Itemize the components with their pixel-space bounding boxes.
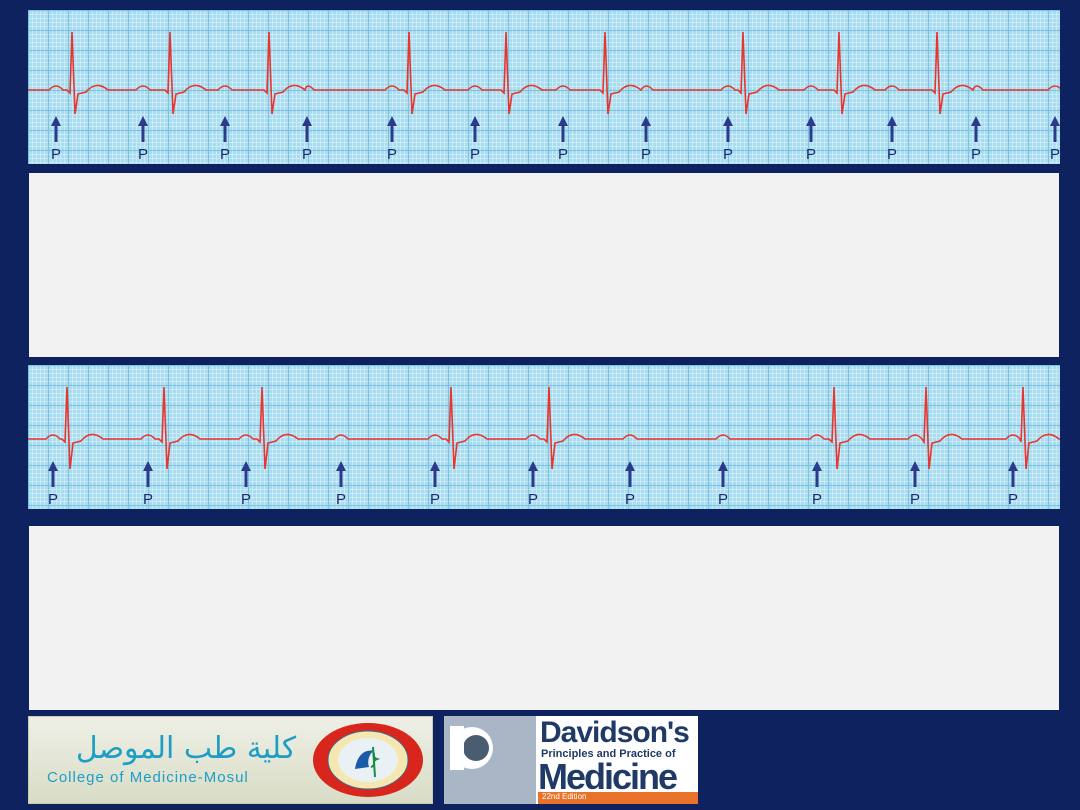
strip1-p-wave-arrow-7: P	[558, 116, 568, 163]
strip1-p-label-8: P	[641, 146, 651, 163]
strip1-p-wave-arrow-12: P	[971, 116, 981, 163]
blank-panel-top	[29, 173, 1059, 357]
ecg-trace-bottom: PPPPPPPPPPP	[28, 386, 1060, 508]
strip2-p-wave-arrow-1: P	[48, 461, 58, 508]
strip1-p-wave-arrow-4: P	[302, 116, 312, 163]
mosul-arabic-name: كلية طب الموصل	[75, 731, 297, 766]
strip2-p-label-10: P	[910, 491, 920, 508]
strip1-p-label-13: P	[1050, 146, 1060, 163]
strip2-p-label-2: P	[143, 491, 153, 508]
mosul-seal-icon	[313, 723, 423, 797]
ecg-strip-bottom: PPPPPPPPPPP	[28, 365, 1060, 509]
strip2-p-wave-arrow-3: P	[241, 461, 251, 508]
strip2-p-wave-arrow-8: P	[718, 461, 728, 508]
strip1-trace-line	[28, 31, 1060, 115]
strip1-p-wave-arrow-2: P	[138, 116, 148, 163]
strip2-p-label-3: P	[241, 491, 251, 508]
strip1-p-wave-arrow-10: P	[806, 116, 816, 163]
mosul-english-name: College of Medicine-Mosul	[47, 769, 249, 786]
davidsons-medicine-logo: Davidson's Principles and Practice of Me…	[444, 716, 698, 804]
strip1-p-wave-arrow-6: P	[470, 116, 480, 163]
ecg-trace-top: PPPPPPPPPPPPP	[28, 31, 1060, 163]
strip1-p-label-11: P	[887, 146, 897, 163]
strip2-p-label-4: P	[336, 491, 346, 508]
davidson-edition-bar: 22nd Edition	[538, 792, 698, 804]
strip2-p-wave-arrow-2: P	[143, 461, 153, 508]
strip2-p-wave-arrow-11: P	[1008, 461, 1018, 508]
strip2-p-label-5: P	[430, 491, 440, 508]
strip1-p-label-7: P	[558, 146, 568, 163]
strip1-p-label-5: P	[387, 146, 397, 163]
strip1-p-label-3: P	[220, 146, 230, 163]
strip2-p-wave-arrow-6: P	[528, 461, 538, 508]
strip1-p-wave-arrow-1: P	[51, 116, 61, 163]
strip2-p-label-7: P	[625, 491, 635, 508]
strip1-p-wave-arrow-8: P	[641, 116, 651, 163]
strip2-p-label-8: P	[718, 491, 728, 508]
strip2-p-label-11: P	[1008, 491, 1018, 508]
strip2-p-wave-arrow-9: P	[812, 461, 822, 508]
davidson-title: Davidson's	[540, 716, 690, 749]
strip1-p-wave-arrow-13: P	[1050, 116, 1060, 163]
strip1-p-wave-arrow-9: P	[723, 116, 733, 163]
strip2-p-wave-arrow-4: P	[336, 461, 346, 508]
davidson-circle-icon	[450, 726, 493, 770]
strip1-p-label-9: P	[723, 146, 733, 163]
davidson-edition: 22nd Edition	[542, 792, 587, 801]
strip1-p-label-10: P	[806, 146, 816, 163]
strip2-p-wave-arrow-10: P	[910, 461, 920, 508]
strip1-p-label-2: P	[138, 146, 148, 163]
strip2-p-label-1: P	[48, 491, 58, 508]
strip2-p-wave-arrow-5: P	[430, 461, 440, 508]
strip1-p-label-6: P	[470, 146, 480, 163]
davidson-cover-panel	[444, 716, 536, 804]
strip2-p-label-9: P	[812, 491, 822, 508]
college-of-medicine-mosul-logo: كلية طب الموصل College of Medicine-Mosul	[28, 716, 433, 804]
strip1-p-label-12: P	[971, 146, 981, 163]
strip1-p-wave-arrow-11: P	[887, 116, 897, 163]
strip1-p-label-1: P	[51, 146, 61, 163]
strip1-p-wave-arrow-3: P	[220, 116, 230, 163]
strip2-p-label-6: P	[528, 491, 538, 508]
blank-panel-bottom	[29, 526, 1059, 710]
strip2-trace-line	[28, 386, 1060, 470]
strip1-p-wave-arrow-5: P	[387, 116, 397, 163]
ecg-strip-top: PPPPPPPPPPPPP	[28, 10, 1060, 164]
strip1-p-label-4: P	[302, 146, 312, 163]
strip2-p-wave-arrow-7: P	[625, 461, 635, 508]
